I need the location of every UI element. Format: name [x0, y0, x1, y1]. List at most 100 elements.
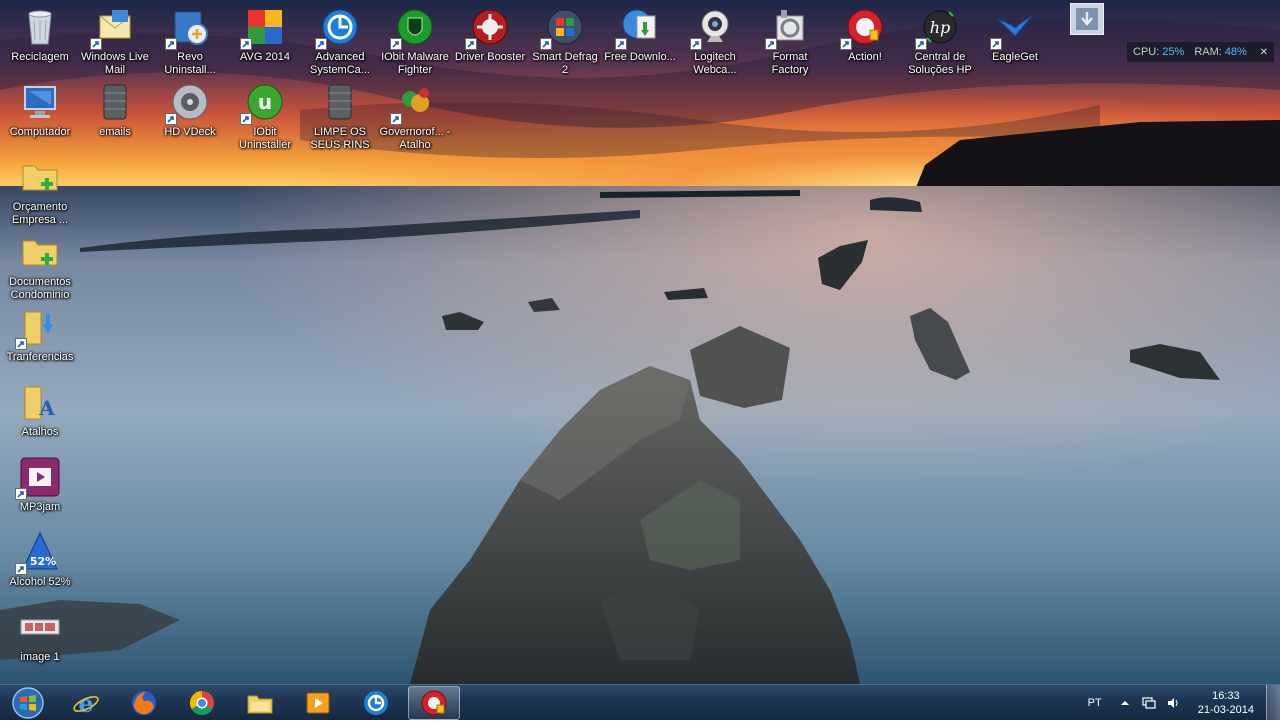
computer-icon	[24, 86, 56, 118]
clock[interactable]: 16:33 21-03-2014	[1198, 689, 1254, 717]
shortcuts-folder-icon: A	[24, 386, 55, 420]
svg-text:A: A	[38, 396, 55, 420]
shortcut-arrow-icon	[615, 38, 627, 50]
desktop-icon-tranferencias[interactable]: Tranferencias	[3, 302, 77, 374]
shortcut-arrow-icon	[990, 38, 1002, 50]
taskbar-advanced-systemcare[interactable]	[350, 686, 402, 720]
desktop-icon-free-download-manager[interactable]: Free Downlo...	[603, 2, 677, 74]
desktop-icon-label: Documentos Condominio	[9, 276, 71, 301]
desktop-icon-label: MP3jam	[19, 501, 61, 513]
taskbar-windows-explorer[interactable]	[234, 686, 286, 720]
desktop-icon-driver-booster[interactable]: Driver Booster	[453, 2, 527, 74]
taskbar-media-player[interactable]	[292, 686, 344, 720]
desktop-icon-label: Central de Soluções HP	[908, 51, 972, 76]
desktop-icon-governor[interactable]: Governorof... - Atalho	[378, 77, 452, 151]
folder-add-icon	[22, 165, 58, 191]
image-file-icon	[20, 619, 60, 635]
shortcut-arrow-icon	[15, 563, 27, 575]
taskbar-firefox[interactable]	[118, 686, 170, 720]
desktop-icon-label: Advanced SystemCa...	[310, 51, 370, 76]
desktop-icon-limpe-os-seus-rins[interactable]: LIMPE OS SEUS RINS	[303, 77, 377, 151]
desktop-icon-revo-uninstaller[interactable]: Revo Uninstall...	[153, 2, 227, 76]
taskbar-chrome[interactable]	[176, 686, 228, 720]
action-recorder-icon	[421, 690, 447, 716]
archive-icon	[328, 84, 352, 120]
close-icon[interactable]: ✕	[1260, 47, 1268, 58]
desktop-icon-label: Tranferencias	[6, 351, 74, 363]
taskbar-internet-explorer[interactable]: e	[60, 686, 112, 720]
desktop-icon-label: IObit Uninstaller	[239, 126, 291, 151]
desktop-icon-mp3jam[interactable]: MP3jam	[3, 452, 77, 524]
shortcut-arrow-icon	[465, 38, 477, 50]
shortcut-arrow-icon	[240, 113, 252, 125]
network-icon[interactable]	[1142, 696, 1156, 710]
shortcut-arrow-icon	[315, 38, 327, 50]
taskbar-action-active[interactable]	[408, 686, 460, 720]
desktop-icon-recycle-bin[interactable]: Reciclagem	[3, 2, 77, 74]
desktop-icon-smart-defrag[interactable]: Smart Defrag 2	[528, 2, 602, 76]
desktop-icon-advanced-systemcare[interactable]: Advanced SystemCa...	[303, 2, 377, 76]
desktop-icon-hp[interactable]: hp Central de Soluções HP	[903, 2, 977, 76]
shortcut-arrow-icon	[765, 38, 777, 50]
svg-text:hp: hp	[930, 18, 951, 37]
shortcut-arrow-icon	[240, 38, 252, 50]
desktop-icon-computer[interactable]: Computador	[3, 77, 77, 149]
desktop-icon-hd-vdeck[interactable]: HD VDeck	[153, 77, 227, 149]
shortcut-arrow-icon	[915, 38, 927, 50]
desktop-icon-iobit-uninstaller[interactable]: u IObit Uninstaller	[228, 77, 302, 151]
system-tray: PT 16:33 21-03-2014	[1088, 685, 1254, 721]
shortcut-arrow-icon	[840, 38, 852, 50]
desktop-icon-avg[interactable]: AVG 2014	[228, 2, 302, 74]
svg-text:52%: 52%	[30, 555, 56, 568]
cpu-ram-widget: CPU: 25% RAM: 48% ✕	[1127, 42, 1274, 62]
desktop-icon-emails[interactable]: emails	[78, 77, 152, 149]
shortcut-arrow-icon	[15, 488, 27, 500]
desktop-icon-format-factory[interactable]: Format Factory	[753, 2, 827, 76]
desktop-icon-alcohol-52[interactable]: 52% Alcohol 52%	[3, 527, 77, 599]
desktop-icon-label: Logitech Webca...	[693, 51, 737, 76]
desktop-icon-label: Computador	[9, 126, 71, 138]
desktop-icon-label: Orçamento Empresa ...	[11, 201, 69, 226]
desktop-icon-eagleget[interactable]: EagleGet	[978, 2, 1052, 74]
desktop-icon-action[interactable]: Action!	[828, 2, 902, 74]
desktop-icon-windows-live-mail[interactable]: Windows Live Mail	[78, 2, 152, 76]
desktop-icon-label: Alcohol 52%	[9, 576, 71, 588]
desktop-icon-orcamento-empresa[interactable]: Orçamento Empresa ...	[3, 152, 77, 226]
firefox-icon	[132, 691, 156, 715]
desktop-icon-label: Reciclagem	[11, 51, 69, 63]
desktop-icon-image-1[interactable]: image 1	[3, 602, 77, 674]
desktop-icon-documentos-condominio[interactable]: Documentos Condominio	[3, 227, 77, 301]
show-desktop-button[interactable]	[1266, 685, 1280, 721]
start-button[interactable]	[8, 686, 48, 720]
ram-label: RAM:	[1194, 46, 1222, 58]
desktop-icon-label: Revo Uninstall...	[164, 51, 216, 76]
advanced-systemcare-icon	[364, 691, 388, 715]
shortcut-arrow-icon	[540, 38, 552, 50]
shortcut-arrow-icon	[690, 38, 702, 50]
svg-text:u: u	[258, 90, 272, 114]
cpu-value: 25%	[1162, 46, 1185, 58]
shortcut-arrow-icon	[390, 38, 402, 50]
gadget-download-button[interactable]	[1070, 3, 1104, 35]
desktop-icon-label: Windows Live Mail	[81, 51, 149, 76]
desktop-icon-label: Governorof... - Atalho	[379, 126, 451, 151]
desktop-icon-label: Free Downlo...	[604, 51, 676, 63]
download-arrow-icon	[1076, 8, 1098, 30]
show-hidden-icons-chevron-icon[interactable]	[1118, 696, 1132, 710]
desktop-icon-label: LIMPE OS SEUS RINS	[310, 126, 370, 151]
ram-value: 48%	[1224, 46, 1247, 58]
desktop-icon-atalhos[interactable]: A Atalhos	[3, 377, 77, 449]
desktop-icon-logitech-webcam[interactable]: Logitech Webca...	[678, 2, 752, 76]
desktop-icon-label: Action!	[848, 51, 882, 63]
desktop-icon-label: Smart Defrag 2	[532, 51, 598, 76]
desktop-icon-label: emails	[99, 126, 131, 138]
desktop-icon-label: EagleGet	[992, 51, 1038, 63]
shortcut-arrow-icon	[90, 38, 102, 50]
language-indicator[interactable]: PT	[1088, 697, 1102, 709]
desktop-icon-label: Driver Booster	[454, 51, 526, 63]
desktop-icon-iobit-malware-fighter[interactable]: IObit Malware Fighter	[378, 2, 452, 76]
shortcut-arrow-icon	[165, 113, 177, 125]
desktop-icon-label: Atalhos	[21, 426, 59, 438]
desktop-icon-label: HD VDeck	[164, 126, 216, 138]
volume-icon[interactable]	[1166, 696, 1180, 710]
